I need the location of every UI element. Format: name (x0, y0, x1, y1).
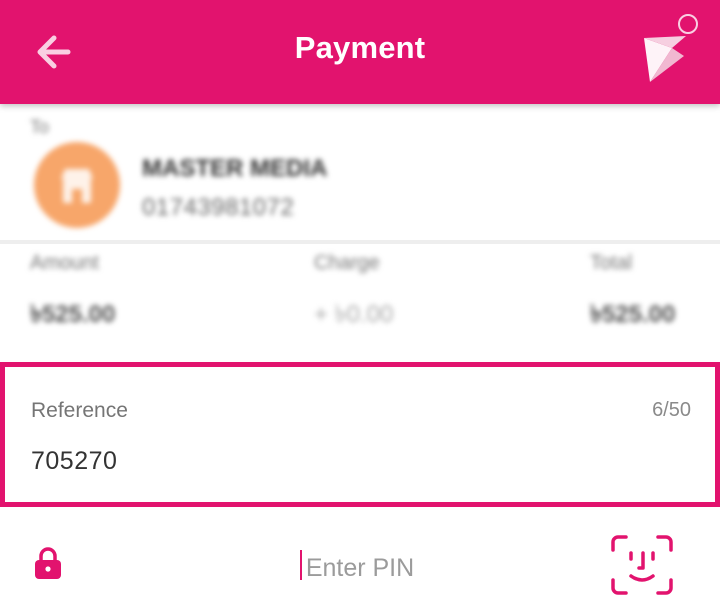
section-divider (0, 240, 720, 244)
pin-input[interactable] (200, 548, 520, 588)
reference-char-counter: 6/50 (652, 399, 691, 421)
text-cursor (300, 550, 302, 580)
charge-value: + ৳0.00 (314, 301, 394, 328)
reference-field[interactable]: Reference 6/50 705270 (0, 362, 720, 507)
page-title: Payment (294, 30, 426, 65)
recipient-label: To (30, 117, 50, 137)
pin-row (0, 510, 720, 600)
app-header: Payment (0, 0, 720, 104)
amount-value: ৳525.00 (30, 301, 116, 328)
merchant-store-icon (61, 169, 93, 203)
avatar (34, 142, 120, 228)
bird-logo-icon (628, 8, 700, 88)
reference-label: Reference (31, 399, 128, 422)
total-label: Total (590, 252, 633, 274)
total-value: ৳525.00 (590, 301, 676, 328)
face-id-icon[interactable] (610, 534, 674, 596)
reference-input[interactable]: 705270 (31, 447, 117, 476)
amount-label: Amount (30, 252, 99, 274)
lock-icon (35, 547, 61, 579)
charge-label: Charge (314, 252, 380, 274)
recipient-number: 01743981072 (142, 194, 295, 221)
recipient-name: MASTER MEDIA (142, 155, 328, 182)
